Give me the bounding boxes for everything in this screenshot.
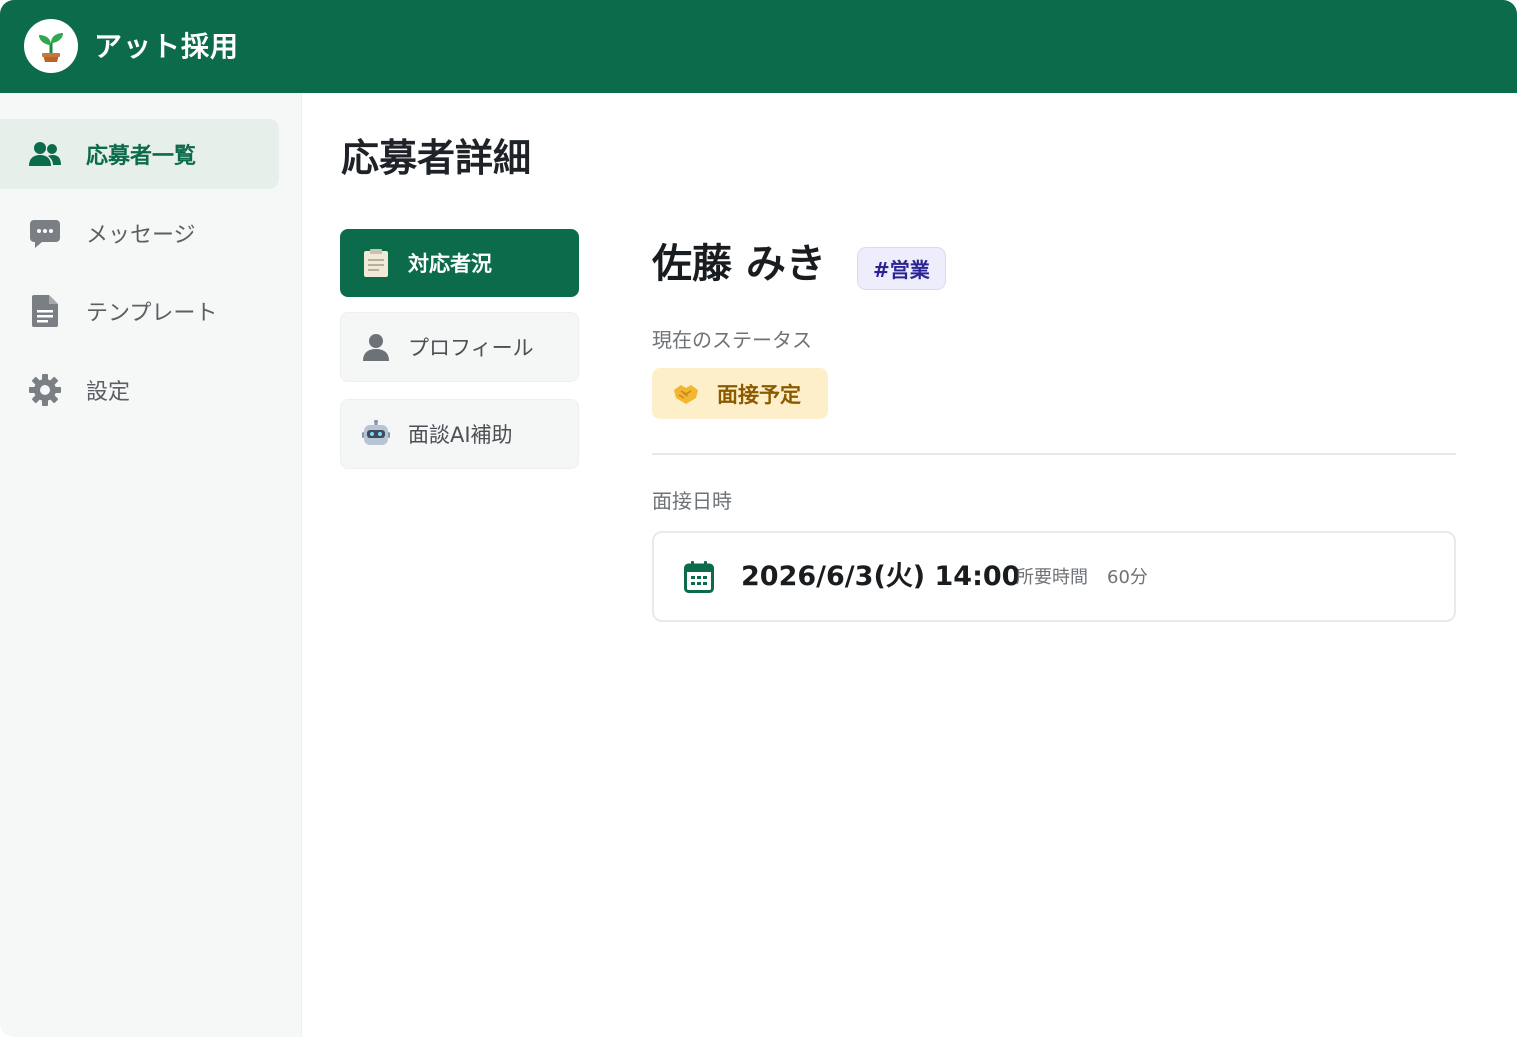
- sidebar: 応募者一覧 メッセージ テンプレート 設定: [0, 93, 302, 1037]
- sidebar-item-settings[interactable]: 設定: [0, 355, 279, 425]
- duration-label: 所要時間: [1016, 567, 1088, 588]
- tab-status[interactable]: 対応者況: [340, 229, 579, 297]
- clipboard-icon: [361, 248, 391, 278]
- tab-label: プロフィール: [408, 336, 534, 360]
- tab-interview-ai[interactable]: 面談AI補助: [340, 399, 579, 469]
- sidebar-item-label: テンプレート: [86, 301, 218, 326]
- applicant-name: 佐藤 みき: [652, 241, 826, 287]
- gear-icon: [28, 373, 62, 407]
- status-section-label: 現在のステータス: [652, 328, 812, 352]
- sidebar-item-label: 設定: [86, 380, 131, 405]
- robot-icon: [361, 419, 391, 449]
- app-header: アット採用: [0, 0, 1517, 93]
- tab-label: 面談AI補助: [408, 423, 513, 447]
- duration-value: 60分: [1107, 567, 1148, 588]
- users-icon: [28, 137, 62, 171]
- sidebar-item-label: 応募者一覧: [86, 144, 197, 169]
- handshake-icon: [672, 380, 700, 408]
- interview-section-label: 面接日時: [652, 489, 732, 513]
- sprout-icon[interactable]: [24, 19, 78, 73]
- interview-datetime: 2026/6/3(火) 14:00: [741, 561, 1021, 592]
- sidebar-item-applicants[interactable]: 応募者一覧: [0, 119, 279, 189]
- tab-label: 対応者況: [408, 252, 492, 276]
- app-window: アット採用 応募者一覧 メッセージ テンプレート 設定 応募者詳細 対応者況 プ…: [0, 0, 1517, 1037]
- sidebar-item-templates[interactable]: テンプレート: [0, 276, 279, 346]
- document-icon: [28, 294, 62, 328]
- status-badge[interactable]: 面接予定: [652, 368, 828, 419]
- chat-icon: [28, 216, 62, 250]
- calendar-icon: [683, 560, 715, 594]
- sidebar-item-label: メッセージ: [86, 223, 196, 248]
- status-value: 面接予定: [717, 382, 801, 407]
- sidebar-item-messages[interactable]: メッセージ: [0, 198, 279, 268]
- interview-datetime-card: 2026/6/3(火) 14:00 所要時間 60分: [652, 531, 1456, 622]
- app-title: アット採用: [94, 30, 240, 63]
- person-icon: [361, 332, 391, 362]
- divider: [652, 453, 1456, 455]
- tab-profile[interactable]: プロフィール: [340, 312, 579, 382]
- page-title: 応募者詳細: [341, 136, 532, 180]
- department-tag[interactable]: #営業: [857, 247, 946, 290]
